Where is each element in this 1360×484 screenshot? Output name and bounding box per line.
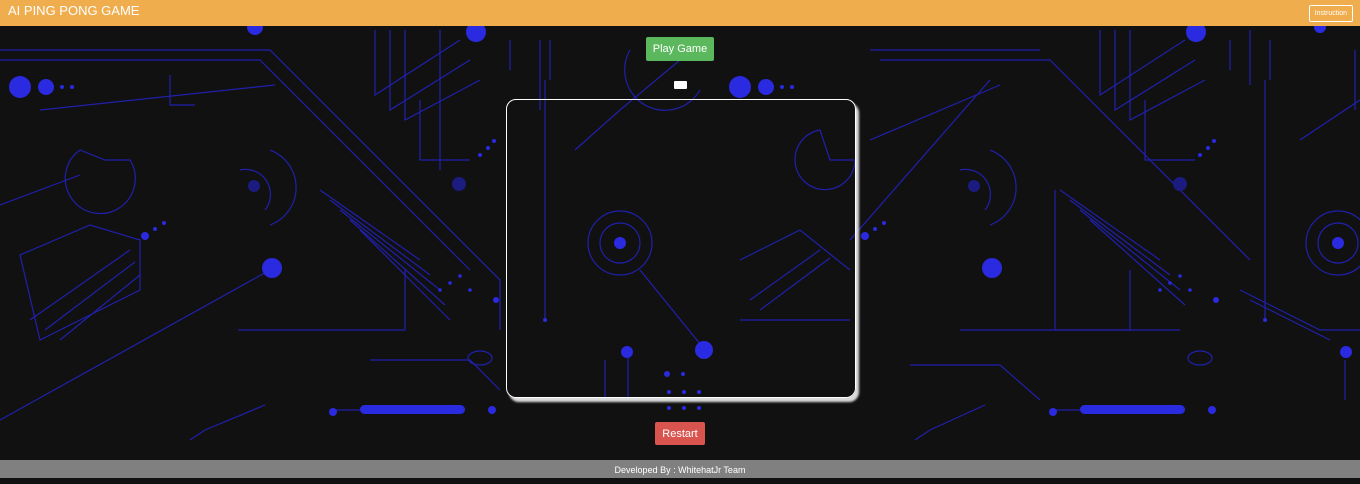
footer-bar: Developed By : WhitehatJr Team: [0, 460, 1360, 478]
app-title: AI PING PONG GAME: [8, 3, 140, 18]
restart-button[interactable]: Restart: [655, 422, 705, 445]
game-canvas[interactable]: [506, 99, 856, 398]
play-game-button[interactable]: Play Game: [646, 37, 714, 61]
page: AI PING PONG GAME Instruction Play Game …: [0, 0, 1360, 484]
status-indicator: [674, 81, 687, 89]
header-bar: AI PING PONG GAME Instruction: [0, 0, 1360, 26]
footer-credit: Developed By : WhitehatJr Team: [614, 465, 746, 475]
instruction-button[interactable]: Instruction: [1308, 5, 1353, 22]
